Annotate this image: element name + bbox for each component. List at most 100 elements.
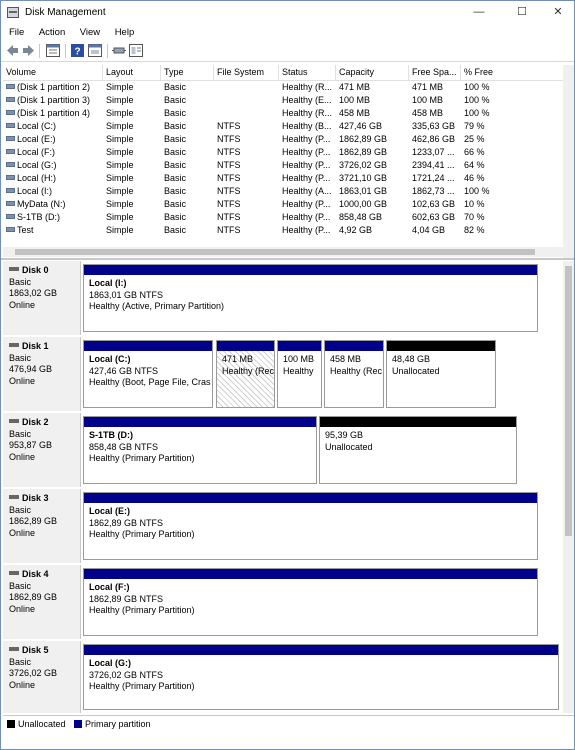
console-icon[interactable] (88, 44, 102, 57)
cell-capacity: 471 MB (339, 82, 371, 92)
cell-type: Basic (164, 95, 187, 105)
disk-status: Online (9, 451, 36, 462)
connect-icon[interactable] (112, 44, 126, 57)
maximize-button[interactable]: ☐ (507, 3, 537, 21)
partition-block[interactable]: S-1TB (D:) 858,48 GB NTFS Healthy (Primary… (83, 416, 317, 484)
volume-list-horizontal-scrollbar[interactable] (3, 247, 563, 257)
volume-row[interactable]: Local (G:) Simple Basic NTFS Healthy (P... 37… (3, 159, 563, 172)
cell-percent-free: 82 % (464, 225, 485, 235)
cell-type: Basic (164, 212, 187, 222)
pane-splitter[interactable] (1, 258, 574, 260)
column-layout[interactable]: Layout (103, 65, 161, 80)
partition-type-bar (325, 341, 383, 351)
cell-layout: Simple (106, 108, 134, 118)
unallocated-space[interactable]: 95,39 GB Unallocated (319, 416, 517, 484)
volume-row[interactable]: Local (E:) Simple Basic NTFS Healthy (P... 18… (3, 133, 563, 146)
disk-size: 1863,02 GB (9, 288, 58, 298)
partition-size: 1862,89 GB NTFS (89, 517, 164, 528)
menu-view[interactable]: View (80, 25, 100, 41)
volume-row[interactable]: Local (F:) Simple Basic NTFS Healthy (P... 18… (3, 146, 563, 159)
partition-type-bar (387, 341, 495, 351)
volume-list-vertical-scrollbar[interactable] (563, 65, 574, 259)
cell-volume: S-1TB (D:) (3, 211, 103, 224)
cell-volume: MyData (N:) (3, 198, 103, 211)
partition-block[interactable]: 100 MB Healthy (277, 340, 322, 408)
disk-view-scrollbar[interactable] (563, 261, 574, 713)
close-button[interactable]: ✕ (543, 3, 573, 21)
volume-row[interactable]: (Disk 1 partition 3) Simple Basic Healthy (… (3, 94, 563, 107)
volume-row[interactable]: (Disk 1 partition 4) Simple Basic Healthy (… (3, 107, 563, 120)
disk-management-icon (7, 7, 19, 18)
menu-file[interactable]: File (9, 25, 24, 41)
partition-status: Healthy (Primary Partition) (89, 605, 195, 615)
partition-block[interactable]: 458 MB Healthy (Rec (324, 340, 384, 408)
cell-file-system (214, 107, 279, 120)
partition-type-bar (84, 341, 212, 351)
disk-name: Disk 2 (22, 417, 49, 427)
volume-row[interactable]: Test Simple Basic NTFS Healthy (P... 4,92 GB 4… (3, 224, 563, 237)
disk-label[interactable]: Disk 0 Basic 1863,02 GB Online (3, 261, 81, 335)
volume-list: Volume Layout Type File System Status Ca… (3, 65, 563, 255)
partition-block[interactable]: Local (C:) 427,46 GB NTFS Healthy (Boot, P… (83, 340, 213, 408)
cell-file-system: NTFS (217, 147, 241, 157)
column-type[interactable]: Type (161, 65, 214, 80)
title-bar[interactable]: Disk Management — ☐ ✕ (1, 1, 574, 25)
partition-block[interactable]: Local (F:) 1862,89 GB NTFS Healthy (Primar… (83, 568, 538, 636)
column-status[interactable]: Status (279, 65, 336, 80)
properties-icon[interactable] (46, 44, 60, 57)
partition-details: Local (G:) 3726,02 GB NTFS Healthy (Primar… (84, 655, 558, 709)
volume-row[interactable]: Local (H:) Simple Basic NTFS Healthy (P... 37… (3, 172, 563, 185)
column-capacity[interactable]: Capacity (336, 65, 409, 80)
partition-size: 1863,01 GB NTFS (89, 289, 164, 300)
volume-row[interactable]: Local (I:) Simple Basic NTFS Healthy (A... 18… (3, 185, 563, 198)
cell-volume: Local (H:) (3, 172, 103, 185)
column-volume[interactable]: Volume (3, 65, 103, 80)
disk-icon (9, 343, 19, 347)
column-percent-free[interactable]: % Free (461, 65, 531, 80)
cell-free-space: 2394,41 ... (412, 160, 455, 170)
partition-type-bar (84, 569, 537, 579)
cell-status: Healthy (P... (282, 199, 331, 209)
unallocated-space[interactable]: 48,48 GB Unallocated (386, 340, 496, 408)
disk-label[interactable]: Disk 4 Basic 1862,89 GB Online (3, 565, 81, 639)
partition-size: 458 MB (330, 354, 362, 364)
volume-row[interactable]: Local (C:) Simple Basic NTFS Healthy (B... 42… (3, 120, 563, 133)
cell-percent-free: 100 % (464, 95, 490, 105)
partition-type-bar (84, 417, 316, 427)
disk-label[interactable]: Disk 1 Basic 476,94 GB Online (3, 337, 81, 411)
cell-volume: (Disk 1 partition 2) (3, 81, 103, 94)
partition-block[interactable]: Local (E:) 1862,89 GB NTFS Healthy (Primar… (83, 492, 538, 560)
view-list-icon[interactable] (129, 44, 143, 57)
column-free-space[interactable]: Free Spa... (409, 65, 461, 80)
partition-block[interactable]: Local (G:) 3726,02 GB NTFS Healthy (Primar… (83, 644, 559, 710)
cell-status: Healthy (P... (282, 147, 331, 157)
partition-block[interactable]: Local (I:) 1863,01 GB NTFS Healthy (Active… (83, 264, 538, 332)
disk-label[interactable]: Disk 3 Basic 1862,89 GB Online (3, 489, 81, 563)
cell-type: Basic (164, 121, 187, 131)
help-icon[interactable]: ? (71, 44, 84, 57)
minimize-button[interactable]: — (464, 3, 494, 21)
cell-percent-free: 10 % (464, 199, 485, 209)
partition-title: S-1TB (D:) (89, 430, 133, 440)
horizontal-scroll-thumb[interactable] (15, 249, 535, 255)
unallocated-swatch (7, 720, 15, 728)
volume-row[interactable]: MyData (N:) Simple Basic NTFS Healthy (P... 1… (3, 198, 563, 211)
volume-row[interactable]: (Disk 1 partition 2) Simple Basic Healthy (… (3, 81, 563, 94)
menu-help[interactable]: Help (115, 25, 135, 41)
cell-layout: Simple (106, 199, 134, 209)
menu-action[interactable]: Action (39, 25, 65, 41)
column-file-system[interactable]: File System (214, 65, 279, 80)
cell-capacity: 1862,89 GB (339, 134, 388, 144)
disk-label[interactable]: Disk 2 Basic 953,87 GB Online (3, 413, 81, 487)
forward-arrow-icon[interactable] (22, 44, 35, 57)
partition-block[interactable]: 471 MB Healthy (Rec (216, 340, 275, 408)
cell-status: Healthy (P... (282, 173, 331, 183)
volume-row[interactable]: S-1TB (D:) Simple Basic NTFS Healthy (P... 85… (3, 211, 563, 224)
partition-size: 48,48 GB (392, 354, 431, 364)
back-arrow-icon[interactable] (6, 44, 19, 57)
disk-label[interactable]: Disk 5 Basic 3726,02 GB Online (3, 641, 81, 713)
partition-size: 95,39 GB (325, 430, 364, 440)
partition-type-bar (84, 265, 537, 275)
disk-view-scroll-thumb[interactable] (565, 266, 572, 536)
disk-type: Basic (9, 656, 32, 667)
